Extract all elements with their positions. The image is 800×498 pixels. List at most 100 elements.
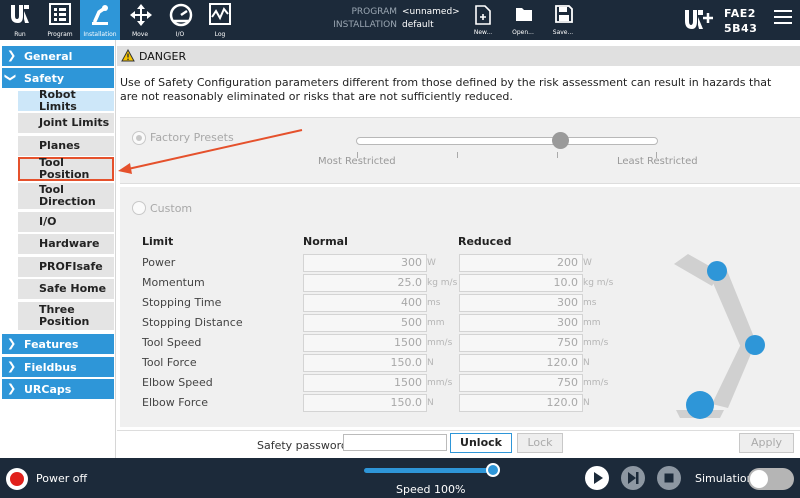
sidebar-item-planes[interactable]: Planes: [18, 136, 114, 156]
program-value: <unnamed>: [402, 7, 460, 17]
least-restricted-label: Least Restricted: [617, 156, 698, 167]
nav-move-label: Move: [131, 31, 149, 38]
ur-logo-icon: [11, 5, 29, 23]
normal-value-field[interactable]: 500: [303, 314, 427, 332]
reduced-value-field[interactable]: 120.0: [459, 394, 583, 412]
ur-plus-logo-icon: [685, 10, 713, 29]
power-status-label: Power off: [36, 472, 88, 485]
unlock-button[interactable]: Unlock: [450, 433, 512, 453]
sidebar-section-fieldbus[interactable]: ❯ Fieldbus: [2, 357, 114, 377]
sidebar-item-safe-home[interactable]: Safe Home: [18, 279, 114, 299]
installation-icon: [92, 5, 108, 25]
custom-radio[interactable]: [132, 201, 146, 215]
normal-unit-label: ms: [427, 298, 441, 308]
reduced-unit-label: W: [583, 258, 592, 268]
normal-value-field[interactable]: 400: [303, 294, 427, 312]
move-arrows-icon: [130, 4, 152, 26]
stop-icon: [664, 473, 674, 483]
stop-button[interactable]: [657, 466, 681, 490]
sidebar-item-tool-direction[interactable]: Tool Direction: [18, 183, 114, 209]
reduced-value-field[interactable]: 300: [459, 314, 583, 332]
normal-value-field[interactable]: 150.0: [303, 394, 427, 412]
header-bar: Run Program Installation Move I/O Log PR…: [0, 0, 800, 40]
normal-unit-label: mm/s: [427, 338, 453, 348]
danger-title: DANGER: [139, 50, 187, 63]
preset-slider-track[interactable]: [356, 137, 658, 145]
most-restricted-label: Most Restricted: [318, 156, 396, 167]
power-button[interactable]: [6, 468, 28, 490]
apply-button[interactable]: Apply: [739, 433, 794, 453]
robot-id: FAE2 5B43: [724, 6, 757, 36]
danger-message: Use of Safety Configuration parameters d…: [120, 76, 772, 103]
reduced-value-field[interactable]: 10.0: [459, 274, 583, 292]
open-button[interactable]: Open...: [503, 0, 543, 40]
simulation-toggle[interactable]: [748, 468, 794, 490]
sidebar-item-io[interactable]: I/O: [18, 212, 114, 232]
simulation-label: Simulation: [695, 472, 754, 485]
speed-label: Speed 100%: [396, 483, 466, 496]
log-chart-icon: [209, 3, 231, 25]
sidebar-item-profisafe[interactable]: PROFIsafe: [18, 257, 114, 277]
normal-value-field[interactable]: 1500: [303, 334, 427, 352]
preset-slider-handle[interactable]: [552, 132, 569, 149]
reduced-value-field[interactable]: 120.0: [459, 354, 583, 372]
sidebar-section-features[interactable]: ❯ Features: [2, 334, 114, 354]
nav-installation-button[interactable]: Installation: [80, 0, 120, 40]
save-button[interactable]: Save...: [543, 0, 583, 40]
normal-value-field[interactable]: 1500: [303, 374, 427, 392]
chevron-down-icon: ❯: [4, 72, 18, 83]
sidebar-item-hardware[interactable]: Hardware: [18, 234, 114, 254]
limit-label: Stopping Time: [142, 296, 222, 309]
custom-label: Custom: [150, 202, 193, 215]
open-label: Open...: [512, 29, 534, 36]
normal-value-field[interactable]: 25.0: [303, 274, 427, 292]
main-panel: DANGER Use of Safety Configuration param…: [117, 40, 800, 458]
sidebar-item-tool-position[interactable]: Tool Position: [18, 157, 114, 181]
sidebar-section-label: Fieldbus: [24, 361, 77, 374]
program-key: PROGRAM: [351, 7, 397, 17]
sidebar-item-robot-limits[interactable]: Robot Limits: [18, 89, 114, 113]
danger-header: DANGER: [117, 46, 800, 66]
limit-label: Momentum: [142, 276, 205, 289]
program-icon: [49, 3, 71, 25]
normal-value-field[interactable]: 300: [303, 254, 427, 272]
nav-move-button[interactable]: Move: [120, 0, 160, 40]
sidebar-section-safety[interactable]: ❯ Safety: [2, 68, 114, 88]
hamburger-menu-icon[interactable]: [774, 10, 792, 28]
installation-value: default: [402, 20, 434, 30]
reduced-value-field[interactable]: 300: [459, 294, 583, 312]
new-file-icon: [475, 5, 491, 25]
sidebar-section-general[interactable]: ❯ General: [2, 46, 114, 66]
program-info: PROGRAM <unnamed> INSTALLATION default: [322, 6, 460, 32]
reduced-unit-label: kg m/s: [583, 278, 614, 288]
nav-io-button[interactable]: I/O: [160, 0, 200, 40]
chevron-right-icon: ❯: [7, 337, 17, 350]
normal-unit-label: N: [427, 398, 434, 408]
normal-value-field[interactable]: 150.0: [303, 354, 427, 372]
column-header-normal: Normal: [303, 235, 348, 248]
reduced-value-field[interactable]: 200: [459, 254, 583, 272]
reduced-unit-label: mm/s: [583, 378, 609, 388]
nav-run-button[interactable]: Run: [0, 0, 40, 40]
reduced-value-field[interactable]: 750: [459, 334, 583, 352]
sidebar-section-label: Features: [24, 338, 79, 351]
custom-limits-panel: Custom Limit Normal Reduced Power 300 W 200…: [120, 187, 800, 427]
nav-log-button[interactable]: Log: [200, 0, 240, 40]
safety-password-input[interactable]: [343, 434, 447, 451]
play-button[interactable]: [585, 466, 609, 490]
nav-installation-label: Installation: [83, 31, 117, 38]
reduced-value-field[interactable]: 750: [459, 374, 583, 392]
speed-slider-handle[interactable]: [486, 463, 500, 477]
speed-slider-track[interactable]: [364, 468, 494, 473]
nav-run-label: Run: [14, 31, 26, 38]
sidebar-item-three-position[interactable]: Three Position: [18, 302, 114, 330]
footer-bar: Power off Speed 100% Simulation: [0, 458, 800, 498]
nav-program-button[interactable]: Program: [40, 0, 80, 40]
sidebar-section-urcaps[interactable]: ❯ URCaps: [2, 379, 114, 399]
sidebar-item-joint-limits[interactable]: Joint Limits: [18, 113, 114, 133]
normal-unit-label: W: [427, 258, 436, 268]
play-icon: [594, 472, 603, 484]
lock-button[interactable]: Lock: [517, 433, 563, 453]
step-button[interactable]: [621, 466, 645, 490]
new-button[interactable]: New...: [463, 0, 503, 40]
